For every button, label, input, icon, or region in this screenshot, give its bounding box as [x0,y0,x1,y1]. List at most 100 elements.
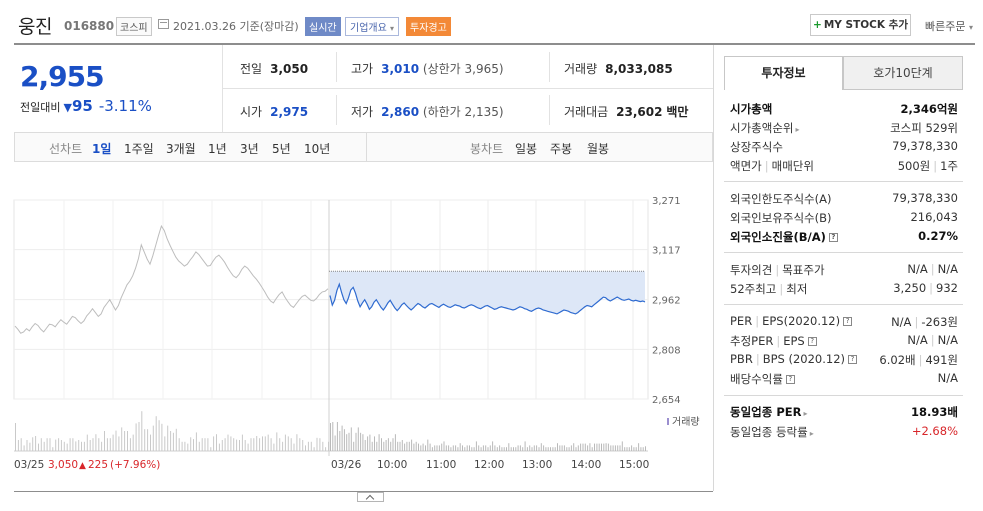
prev-day-volume-bar [198,441,200,451]
prev-day-volume-bar [150,434,151,451]
range-1y[interactable]: 1년 [208,140,227,157]
today-volume-bar [371,441,373,451]
tab-invest-info[interactable]: 투자정보 [724,56,843,90]
divider [724,252,963,253]
chevron-down-icon: ▾ [390,24,395,33]
collapse-chart-button[interactable] [357,492,384,502]
prev-day-volume-bar [216,434,217,451]
help-icon[interactable]: ? [807,337,817,346]
price-chart[interactable]: 3,271 3,117 2,962 2,808 2,654 거래량 03/25 03/26 10… [0,180,713,476]
today-volume-bar [466,445,468,451]
tab-ask-10[interactable]: 호가10단계 [843,56,963,90]
range-1d[interactable]: 1일 [92,140,111,157]
prev-day-volume-bar [89,440,91,451]
prev-change-label: 225 [88,459,108,471]
today-volume-bar [510,447,512,451]
market-cap-rank-row[interactable]: 시가총액순위 ▸ 코스피 529위 [730,120,958,138]
today-volume-bar [554,447,556,451]
prev-day-volume-bar [256,436,258,451]
range-3y[interactable]: 3년 [240,140,259,157]
today-volume-bar [464,447,466,451]
today-volume-bar [517,445,519,451]
prev-day-volume-bar [227,434,229,451]
today-volume-bar [605,443,607,451]
sector-rate-row[interactable]: 동일업종 등락률 ▸ +2.68% [730,424,958,442]
today-volume-bar [369,434,371,451]
x-tick-label: 15:00 [619,459,649,471]
prev-day-volume-bar [46,438,48,451]
foreign-limit-row: 외국인한도주식수(A) 79,378,330 [730,191,958,206]
help-icon[interactable]: ? [848,355,858,364]
today-volume-bar [526,447,528,451]
realtime-tag[interactable]: 실시간 [305,17,341,36]
volume: 거래량 8,033,085 [564,62,673,76]
face-value-row: 액면가 | 매매단위 500원 | 1주 [730,159,958,173]
prev-day-volume-bar [109,438,111,451]
today-volume-bar [374,436,375,451]
prev-day-volume-bar [112,434,114,451]
candle-daily[interactable]: 일봉 [515,140,537,157]
candle-chart-label: 봉차트 [470,142,504,156]
today-volume-bar [612,445,614,451]
foreign-ratio-row: 외국인소진율(B/A)? 0.27% [730,229,958,244]
prev-day-volume-bar [147,429,149,451]
today-volume-bar [385,440,387,451]
prev-day-volume-bar [95,434,97,451]
today-volume-bar [480,447,482,451]
prev-day-volume-bar [115,430,117,451]
today-volume-bar [538,447,540,451]
today-volume-bar [547,447,549,451]
candle-weekly[interactable]: 주봉 [550,140,572,157]
sector-per-row[interactable]: 동일업종 PER ▸ 18.93배 [730,404,958,422]
divider [336,52,337,82]
help-icon[interactable]: ? [828,233,838,242]
prev-day-volume-bar [244,440,246,451]
prev-day-volume-bar [247,443,249,451]
prev-day-volume-bar [144,429,146,451]
prev-day-volume-bar [307,441,309,451]
current-price: 2,955 [20,60,105,93]
range-3m[interactable]: 3개월 [166,140,196,157]
prev-day-volume-bar [187,443,189,451]
today-volume-bar [422,443,424,451]
plus-icon: + [813,19,822,31]
prev-day-volume-bar [262,436,263,451]
prev-day-volume-bar [325,447,327,451]
today-volume-bar [503,447,505,451]
today-volume-bar [429,443,431,451]
x-tick-label: 14:00 [571,459,601,471]
prev-day-volume-bar [181,441,183,451]
quick-order-button[interactable]: 빠른주문 ▾ [925,18,973,34]
today-volume-bar [434,445,436,451]
today-volume-bar [469,445,470,451]
today-volume-bar [390,441,392,451]
prev-day-volume-bar [66,443,68,451]
prev-day-volume-bar [135,423,137,451]
today-volume-bar [353,441,355,451]
today-volume-bar [457,447,459,451]
today-volume-bar [492,441,494,451]
range-10y[interactable]: 10년 [304,140,330,157]
today-volume-bar [494,445,496,451]
today-volume-bar [362,434,364,451]
prev-day-volume-bar [132,434,134,451]
company-overview-button[interactable]: 기업개요 ▾ [345,17,400,36]
today-volume-bar [561,445,563,451]
volume-legend-swatch [667,418,669,425]
help-icon[interactable]: ? [785,375,795,384]
prev-day-volume-bar [172,432,174,451]
help-icon[interactable]: ? [843,317,853,326]
today-volume-bar [559,445,561,451]
foreign-hold-row: 외국인보유주식수(B) 216,043 [730,210,958,225]
y-tick-label: 3,117 [652,246,681,257]
today-volume-bar [610,445,612,451]
today-volume-bar [563,445,565,451]
range-1w[interactable]: 1주일 [124,140,154,157]
candle-monthly[interactable]: 월봉 [587,140,609,157]
my-stock-add-button[interactable]: + MY STOCK 추가 [810,14,911,36]
today-volume-bar [645,446,646,451]
prev-day-volume-bar [60,440,62,451]
arrow-right-icon: ▸ [809,429,814,438]
range-5y[interactable]: 5년 [272,140,291,157]
today-volume-bar [589,443,591,451]
